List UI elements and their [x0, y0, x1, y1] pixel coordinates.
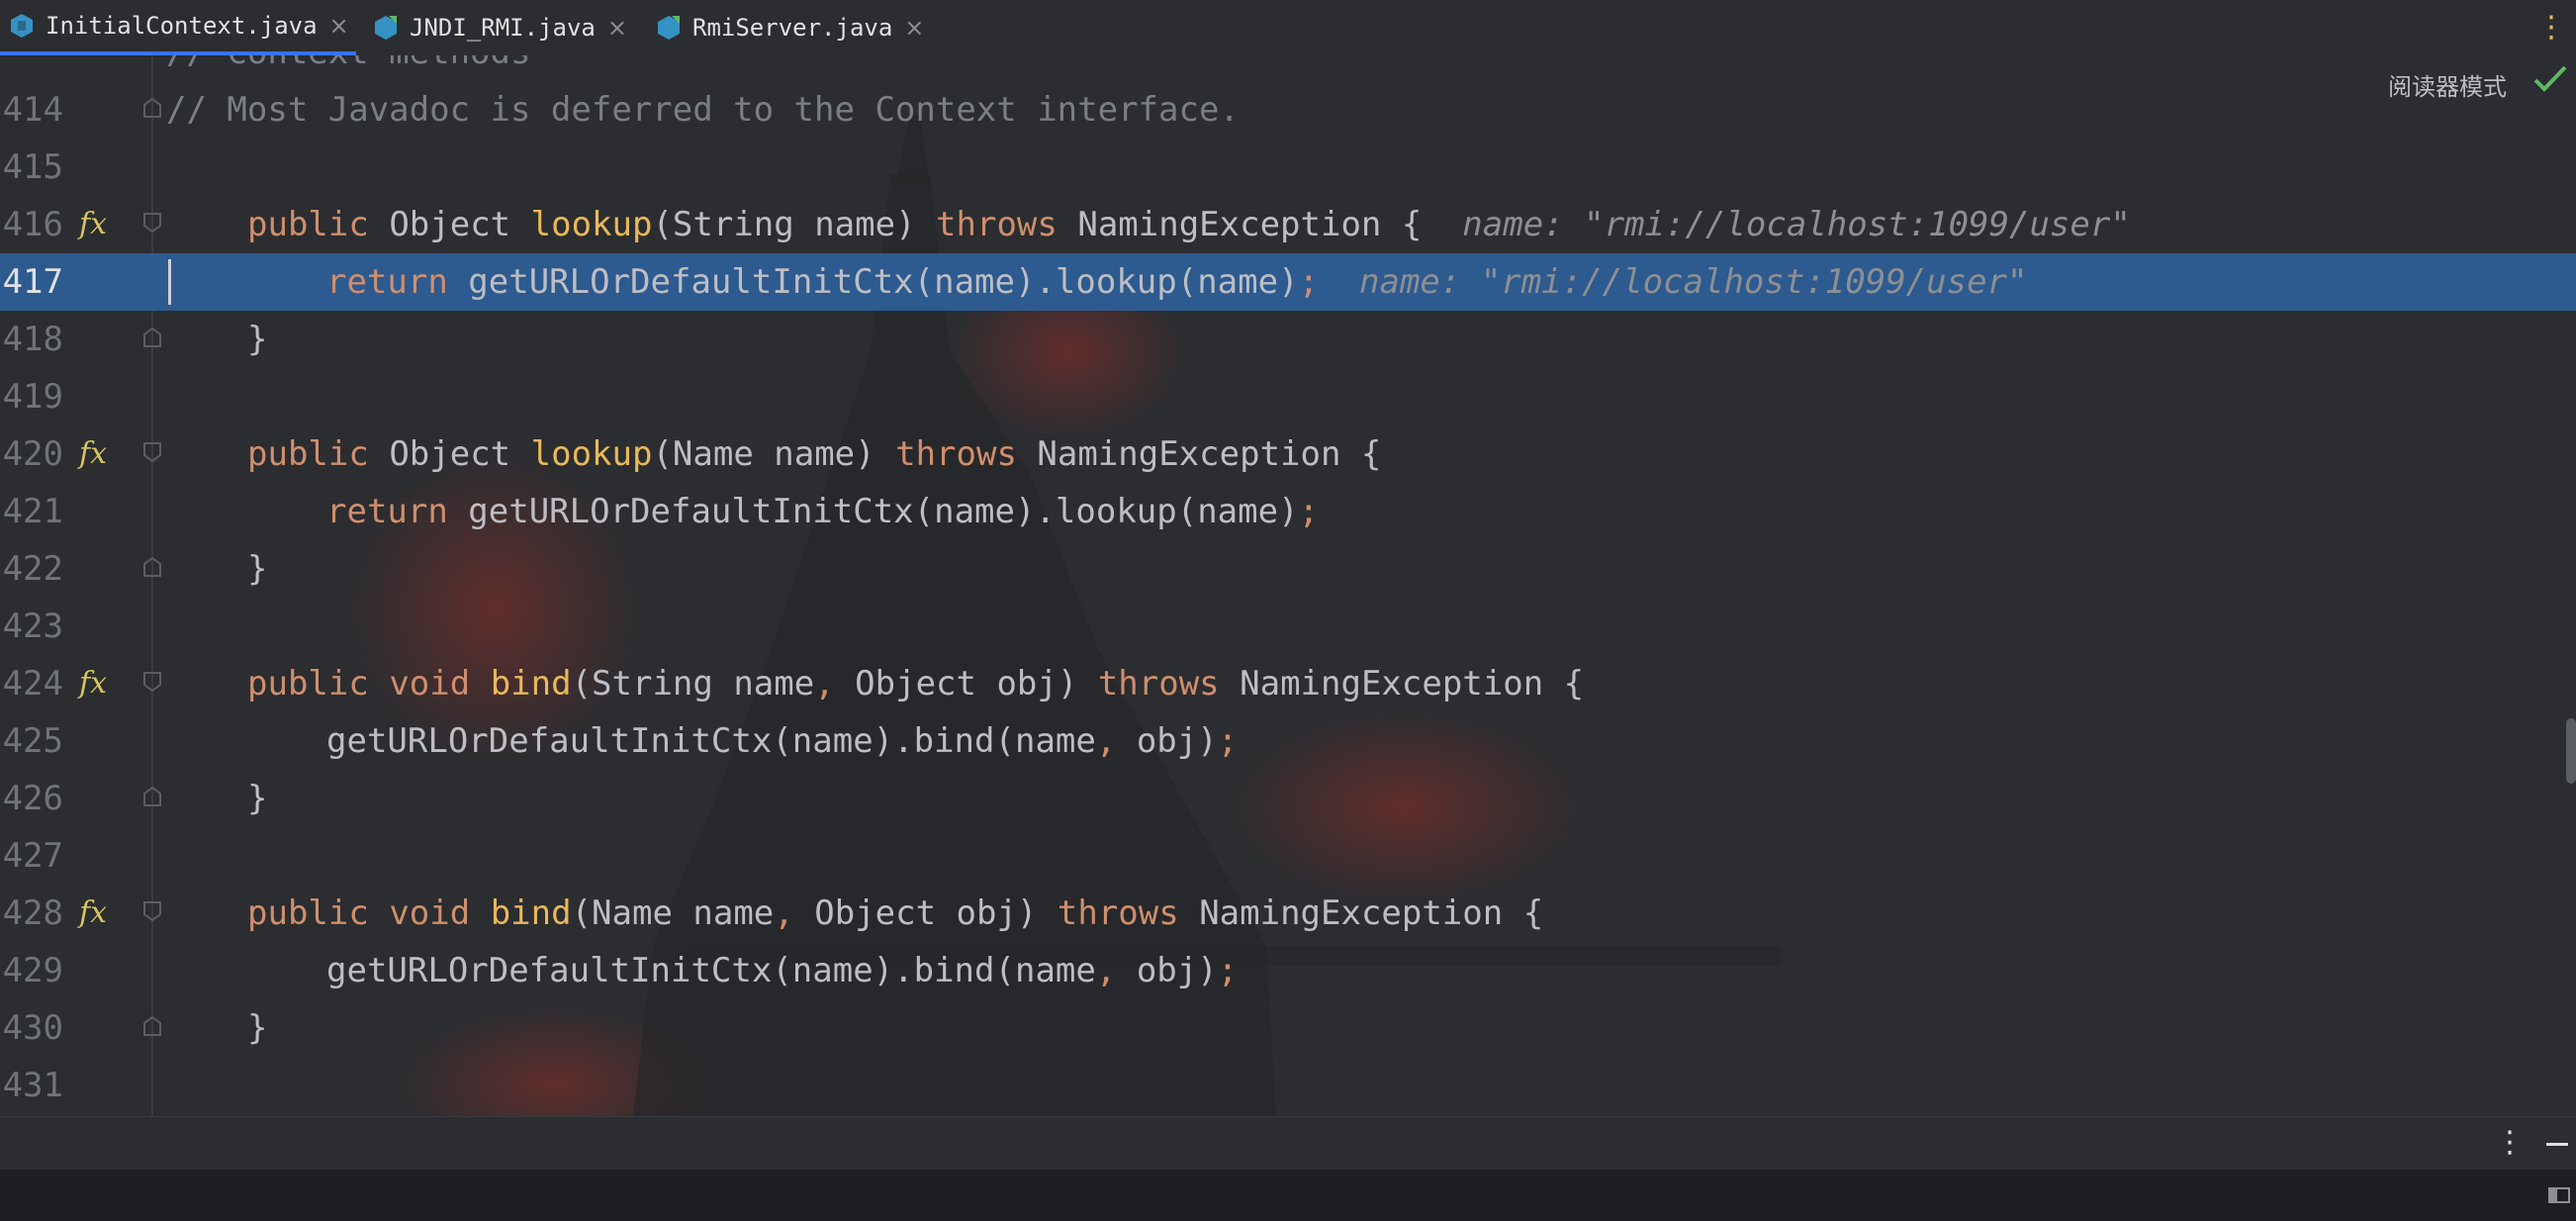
- code-text: }: [247, 320, 268, 359]
- inspection-ok-icon[interactable]: [2532, 63, 2568, 95]
- code-line: 423: [0, 598, 2576, 655]
- code-text: getURLOrDefaultInitCtx(name).bind(name, …: [326, 721, 1239, 761]
- layout-icon[interactable]: [2548, 1187, 2570, 1203]
- override-gutter-icon[interactable]: fx: [79, 885, 107, 942]
- fold-icon[interactable]: [141, 97, 163, 119]
- line-number: 421: [2, 492, 63, 531]
- code-line: 414 // Most Javadoc is deferred to the C…: [0, 81, 2576, 139]
- fold-icon[interactable]: [141, 900, 163, 922]
- fold-icon[interactable]: [141, 1015, 163, 1037]
- line-number: 416: [2, 205, 63, 244]
- line-number: 415: [2, 147, 63, 187]
- tab-initialcontext[interactable]: InitialContext.java ×: [0, 0, 356, 55]
- code-text: public void bind(Name name, Object obj) …: [247, 893, 1544, 933]
- code-text: getURLOrDefaultInitCtx(name).bind(name, …: [326, 951, 1239, 990]
- line-number: 425: [2, 721, 63, 761]
- tab-label: JNDI_RMI.java: [410, 14, 596, 42]
- close-icon[interactable]: ×: [607, 14, 627, 42]
- more-tabs-icon[interactable]: ⋮: [2536, 10, 2566, 45]
- override-gutter-icon[interactable]: fx: [79, 655, 107, 712]
- line-number: 424: [2, 664, 63, 704]
- code-line: 418 }: [0, 311, 2576, 368]
- code-line: 422 }: [0, 540, 2576, 598]
- fold-icon[interactable]: [141, 671, 163, 693]
- fold-icon[interactable]: [141, 441, 163, 463]
- fold-icon[interactable]: [141, 327, 163, 348]
- java-class-runnable-icon: [375, 16, 397, 40]
- line-number: 419: [2, 377, 63, 417]
- minimize-icon[interactable]: [2546, 1143, 2568, 1146]
- code-line: 427: [0, 827, 2576, 885]
- close-icon[interactable]: ×: [904, 14, 924, 42]
- code-text: return getURLOrDefaultInitCtx(name).look…: [326, 492, 1320, 531]
- code-text: }: [247, 779, 268, 818]
- reader-mode-button[interactable]: 阅读器模式: [2388, 67, 2507, 102]
- status-bar: [0, 1170, 2576, 1221]
- line-number: 430: [2, 1008, 63, 1048]
- code-line: 415: [0, 139, 2576, 196]
- override-gutter-icon[interactable]: fx: [79, 196, 107, 253]
- inline-value-hint: name: "rmi://localhost:1099/user": [1359, 262, 2028, 302]
- tab-rmiserver[interactable]: RmiServer.java ×: [657, 0, 924, 55]
- code-line: 429 getURLOrDefaultInitCtx(name).bind(na…: [0, 942, 2576, 999]
- java-class-runnable-icon: [658, 16, 680, 40]
- override-gutter-icon[interactable]: fx: [79, 425, 107, 483]
- code-line: 431: [0, 1057, 2576, 1114]
- line-number: 429: [2, 951, 63, 990]
- code-text: public Object lookup(String name) throws…: [247, 205, 2131, 244]
- code-line: 416 fx public Object lookup(String name)…: [0, 196, 2576, 253]
- code-comment: // Most Javadoc is deferred to the Conte…: [166, 90, 1240, 130]
- code-editor[interactable]: // Context methods 414 // Most Javadoc i…: [0, 55, 2576, 1116]
- line-number: 422: [2, 549, 63, 589]
- editor-scrollbar[interactable]: [2566, 718, 2576, 784]
- code-line: 424 fx public void bind(String name, Obj…: [0, 655, 2576, 712]
- line-number: 426: [2, 779, 63, 818]
- code-text: }: [247, 1008, 268, 1048]
- line-number: 417: [2, 262, 63, 302]
- code-text: public void bind(String name, Object obj…: [247, 664, 1585, 704]
- fold-icon[interactable]: [141, 556, 163, 578]
- code-line: 421 return getURLOrDefaultInitCtx(name).…: [0, 483, 2576, 540]
- line-number: 414: [2, 90, 63, 130]
- code-text: public Object lookup(Name name) throws N…: [247, 434, 1382, 474]
- code-line: 430 }: [0, 999, 2576, 1057]
- line-number: 423: [2, 607, 63, 646]
- close-icon[interactable]: ×: [329, 12, 349, 40]
- code-line: 426 }: [0, 770, 2576, 827]
- options-menu-icon[interactable]: ⋮: [2495, 1125, 2525, 1160]
- tab-label: InitialContext.java: [46, 12, 318, 40]
- fold-icon[interactable]: [141, 786, 163, 807]
- inline-value-hint: name: "rmi://localhost:1099/user": [1462, 205, 2131, 244]
- bottom-tool-window-bar: ⋮: [0, 1116, 2576, 1171]
- line-number: 418: [2, 320, 63, 359]
- line-number: 420: [2, 434, 63, 474]
- editor-tab-bar: InitialContext.java × JNDI_RMI.java × Rm…: [0, 0, 2576, 56]
- code-line: // Context methods: [0, 55, 2576, 81]
- line-number: 427: [2, 836, 63, 876]
- code-text: }: [247, 549, 268, 589]
- line-number: 431: [2, 1066, 63, 1105]
- code-line: 419: [0, 368, 2576, 425]
- code-line: 425 getURLOrDefaultInitCtx(name).bind(na…: [0, 712, 2576, 770]
- code-comment: // Context methods: [166, 55, 530, 81]
- line-number: 428: [2, 893, 63, 933]
- code-text: return getURLOrDefaultInitCtx(name).look…: [326, 262, 2028, 302]
- current-code-line: 417 return getURLOrDefaultInitCtx(name).…: [0, 253, 2576, 311]
- tab-label: RmiServer.java: [692, 14, 893, 42]
- code-line: 420 fx public Object lookup(Name name) t…: [0, 425, 2576, 483]
- tab-jndi-rmi[interactable]: JNDI_RMI.java ×: [374, 0, 627, 55]
- code-line: 428 fx public void bind(Name name, Objec…: [0, 885, 2576, 942]
- fold-icon[interactable]: [141, 212, 163, 234]
- text-caret: [168, 259, 171, 305]
- java-class-icon: [11, 14, 33, 38]
